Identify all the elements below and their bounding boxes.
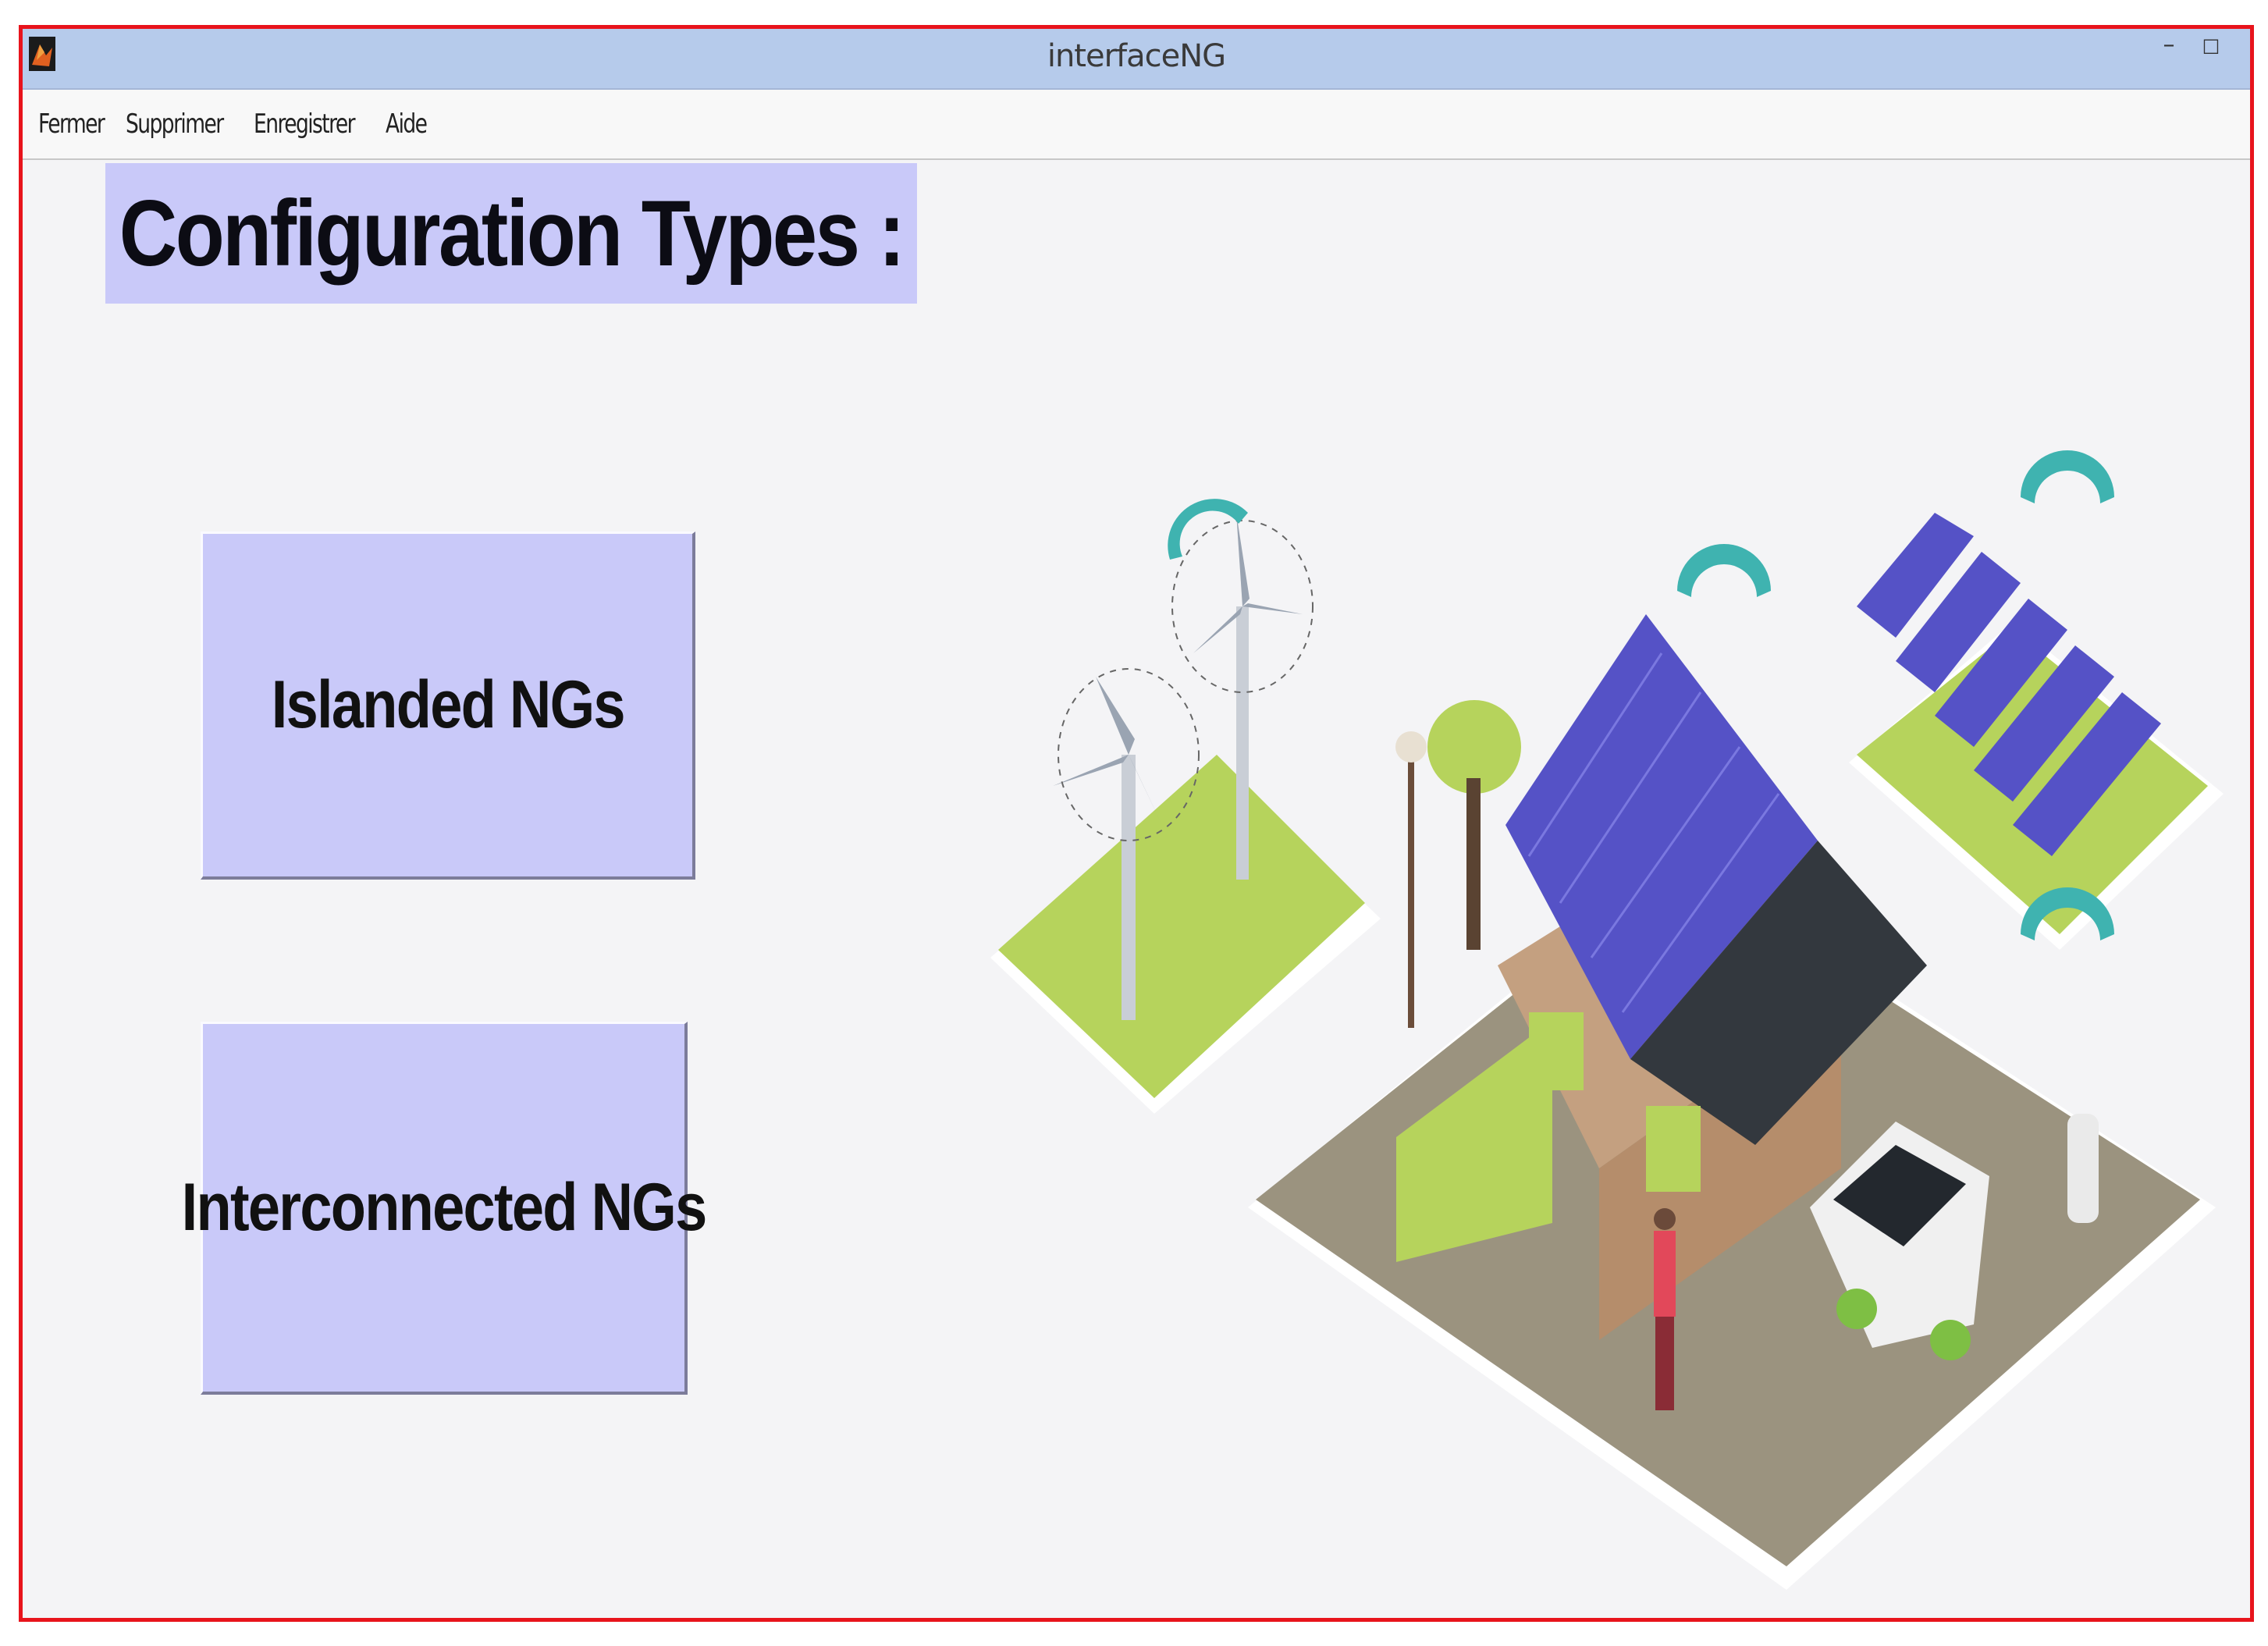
interconnected-ngs-label: Interconnected NGs bbox=[181, 1170, 708, 1245]
page-title: Configuration Types : bbox=[119, 181, 905, 286]
interconnected-ngs-button[interactable]: Interconnected NGs bbox=[182, 1022, 707, 1395]
menu-item-aide[interactable]: Aide bbox=[386, 108, 428, 140]
app-window: interfaceNG – □ Fermer Supprimer Enregis… bbox=[19, 25, 2254, 1622]
menu-bar: Fermer Supprimer Enregistrer Aide bbox=[23, 90, 2250, 160]
window-title: interfaceNG bbox=[1047, 38, 1226, 74]
islanded-ngs-label: Islanded NGs bbox=[271, 667, 625, 742]
menu-item-supprimer[interactable]: Supprimer bbox=[126, 108, 224, 140]
maximize-button[interactable]: □ bbox=[2195, 34, 2227, 57]
solar-panel-array-icon bbox=[1849, 513, 2224, 950]
menu-item-fermer[interactable]: Fermer bbox=[38, 108, 105, 140]
minimize-button[interactable]: – bbox=[2153, 34, 2184, 57]
smart-grid-illustration bbox=[990, 450, 2224, 1590]
title-bar[interactable]: interfaceNG – □ bbox=[23, 29, 2250, 90]
configuration-types-header: Configuration Types : bbox=[105, 163, 917, 304]
wind-turbine-icon bbox=[990, 513, 1381, 1114]
islanded-ngs-button[interactable]: Islanded NGs bbox=[201, 531, 695, 880]
menu-item-enregistrer[interactable]: Enregistrer bbox=[254, 108, 356, 140]
